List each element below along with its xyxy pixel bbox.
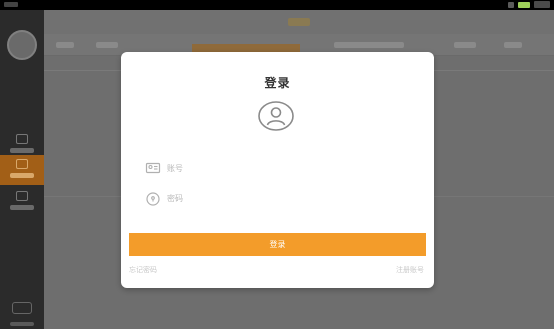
- login-dialog: 登录 登录 忘记密码 注册账号: [121, 52, 434, 288]
- user-circle-icon: [258, 101, 294, 131]
- modal-overlay: 登录 登录 忘记密码 注册账号: [0, 0, 554, 329]
- password-field: [145, 186, 415, 210]
- username-field: [145, 156, 415, 180]
- login-button[interactable]: 登录: [129, 233, 426, 256]
- password-input[interactable]: [167, 188, 415, 208]
- lock-icon: [146, 192, 160, 206]
- register-link[interactable]: 注册账号: [396, 265, 424, 275]
- forgot-password-link[interactable]: 忘记密码: [129, 265, 157, 275]
- dialog-title: 登录: [264, 76, 291, 90]
- account-icon: [145, 162, 161, 174]
- username-input[interactable]: [167, 158, 415, 178]
